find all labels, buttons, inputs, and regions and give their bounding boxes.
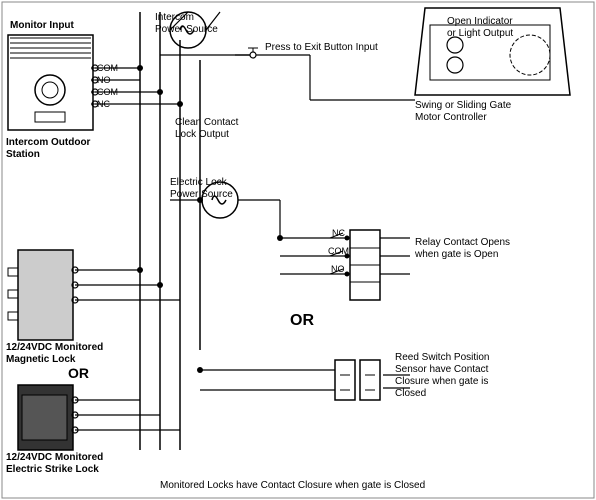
svg-text:Closure when gate is: Closure when gate is [395, 376, 488, 387]
svg-text:Press to Exit Button Input: Press to Exit Button Input [265, 42, 378, 53]
svg-text:Motor Controller: Motor Controller [415, 112, 487, 123]
svg-text:12/24VDC Monitored: 12/24VDC Monitored [6, 342, 103, 353]
svg-text:Closed: Closed [395, 388, 426, 399]
svg-text:Lock Output: Lock Output [175, 129, 229, 140]
svg-text:or Light Output: or Light Output [447, 28, 513, 39]
svg-text:Station: Station [6, 149, 40, 160]
svg-text:Monitored Locks have Contact C: Monitored Locks have Contact Closure whe… [160, 480, 425, 491]
svg-text:Relay Contact Opens: Relay Contact Opens [415, 237, 510, 248]
svg-text:when gate is Open: when gate is Open [414, 249, 498, 260]
svg-text:Reed Switch Position: Reed Switch Position [395, 352, 490, 363]
svg-text:Intercom: Intercom [155, 12, 194, 23]
svg-text:Magnetic Lock: Magnetic Lock [6, 354, 76, 365]
svg-text:Intercom Outdoor: Intercom Outdoor [6, 137, 91, 148]
svg-text:NO: NO [331, 264, 345, 274]
svg-text:OR: OR [68, 365, 89, 381]
svg-text:Sensor have Contact: Sensor have Contact [395, 364, 489, 375]
svg-text:Clean Contact: Clean Contact [175, 117, 239, 128]
svg-text:OR: OR [290, 312, 314, 329]
svg-text:12/24VDC Monitored: 12/24VDC Monitored [6, 452, 103, 463]
svg-text:Electric Strike Lock: Electric Strike Lock [6, 464, 99, 475]
svg-text:Power Source: Power Source [155, 24, 218, 35]
svg-text:Swing or Sliding Gate: Swing or Sliding Gate [415, 100, 512, 111]
svg-text:Electric Lock: Electric Lock [170, 177, 228, 188]
svg-text:NC: NC [332, 228, 345, 238]
svg-text:Monitor Input: Monitor Input [10, 20, 75, 31]
svg-text:Open Indicator: Open Indicator [447, 16, 513, 27]
svg-text:COM: COM [328, 246, 349, 256]
svg-text:Power Source: Power Source [170, 189, 233, 200]
wiring-diagram: COM NO COM NC [0, 0, 596, 500]
